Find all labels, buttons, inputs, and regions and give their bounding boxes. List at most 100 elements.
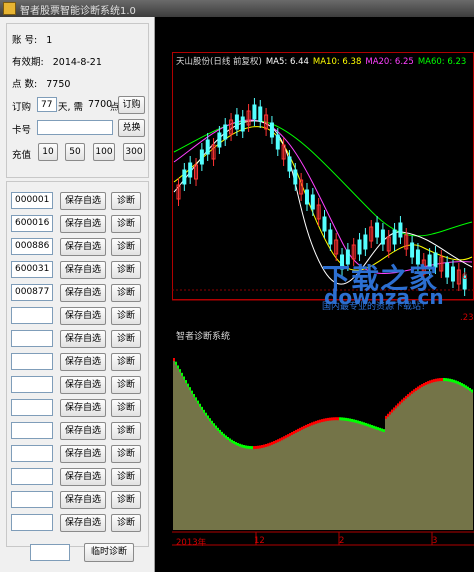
indicator-bar-cap [345, 417, 347, 421]
stock-code-input[interactable] [11, 445, 53, 462]
diagnose-button[interactable]: 诊断 [111, 422, 141, 440]
stock-code-input[interactable]: 600016 [11, 215, 53, 232]
save-watchlist-button[interactable]: 保存自选 [60, 422, 106, 440]
candle-down-body [234, 114, 239, 130]
candle-down-body [205, 139, 210, 155]
redeem-button[interactable]: 兑换 [118, 119, 145, 137]
indicator-bar-cap [305, 424, 307, 428]
indicator-bar-cap [201, 406, 203, 410]
x-label-3: 3 [432, 536, 438, 546]
save-watchlist-button[interactable]: 保存自选 [60, 376, 106, 394]
save-watchlist-button[interactable]: 保存自选 [60, 284, 106, 302]
save-watchlist-button[interactable]: 保存自选 [60, 330, 106, 348]
candle-down-body [240, 116, 245, 132]
diagnose-button[interactable]: 诊断 [111, 261, 141, 279]
stock-code-input[interactable] [11, 491, 53, 508]
account-row: 账 号: 1 [12, 32, 52, 46]
candle-down-body [287, 156, 292, 172]
save-watchlist-button[interactable]: 保存自选 [60, 261, 106, 279]
indicator-bar-cap [395, 405, 397, 409]
order-cost: 7700 [88, 99, 113, 110]
stock-code-input[interactable] [11, 468, 53, 485]
indicator-bar-cap [333, 417, 335, 421]
ma60-label: MA60: 6.23 [417, 57, 467, 67]
x-label-2: 2 [339, 536, 345, 546]
stock-code-input[interactable] [11, 353, 53, 370]
candle-down-body [363, 234, 368, 250]
x-label-12: 12 [254, 536, 265, 546]
stock-code-input[interactable] [11, 422, 53, 439]
indicator-bar-cap [251, 446, 253, 450]
diagnose-button[interactable]: 诊断 [111, 238, 141, 256]
indicator-bar-cap [193, 393, 195, 397]
stock-code-input[interactable] [11, 307, 53, 324]
indicator-bar-cap [245, 445, 247, 449]
diagnose-button[interactable]: 诊断 [111, 353, 141, 371]
recharge-50-button[interactable]: 50 [65, 143, 85, 161]
indicator-bar-cap [467, 386, 469, 390]
diagnose-button[interactable]: 诊断 [111, 307, 141, 325]
stock-code-input[interactable]: 000886 [11, 238, 53, 255]
recharge-100-button[interactable]: 100 [93, 143, 115, 161]
card-number-input[interactable] [37, 120, 113, 135]
indicator-bar-cap [207, 415, 209, 419]
stock-code-input[interactable]: 000877 [11, 284, 53, 301]
diagnose-button[interactable]: 诊断 [111, 215, 141, 233]
chart-area[interactable] [172, 52, 474, 572]
indicator-bar-cap [231, 439, 233, 443]
stock-code-input[interactable] [11, 330, 53, 347]
indicator-bar-cap [455, 380, 457, 384]
diagnose-button[interactable]: 诊断 [111, 284, 141, 302]
diagnose-button[interactable]: 诊断 [111, 514, 141, 532]
save-watchlist-button[interactable]: 保存自选 [60, 514, 106, 532]
save-watchlist-button[interactable]: 保存自选 [60, 399, 106, 417]
indicator-bar-cap [185, 380, 187, 384]
recharge-300-button[interactable]: 300 [123, 143, 145, 161]
indicator-bar-cap [329, 417, 331, 421]
diagnose-button[interactable]: 诊断 [111, 192, 141, 210]
recharge-10-button[interactable]: 10 [38, 143, 58, 161]
stock-code-input[interactable]: 600031 [11, 261, 53, 278]
stock-code-input[interactable] [11, 399, 53, 416]
indicator-bar-cap [469, 387, 471, 391]
diagnose-button[interactable]: 诊断 [111, 376, 141, 394]
diagnose-button[interactable]: 诊断 [111, 399, 141, 417]
save-watchlist-button[interactable]: 保存自选 [60, 307, 106, 325]
indicator-bar-cap [365, 422, 367, 426]
save-watchlist-button[interactable]: 保存自选 [60, 215, 106, 233]
save-watchlist-button[interactable]: 保存自选 [60, 353, 106, 371]
indicator-bar-cap [389, 411, 391, 415]
indicator-bar-cap [249, 445, 251, 449]
save-watchlist-button[interactable]: 保存自选 [60, 468, 106, 486]
temp-stock-input[interactable] [30, 544, 70, 561]
order-days-input[interactable]: 77 [37, 97, 57, 112]
diagnose-button[interactable]: 诊断 [111, 491, 141, 509]
indicator-bar-cap [299, 427, 301, 431]
stock-code-input[interactable] [11, 514, 53, 531]
points-row: 点 数: 7750 [12, 76, 70, 90]
indicator-bar-cap [425, 381, 427, 385]
stock-code-input[interactable] [11, 376, 53, 393]
indicator-bar-cap [259, 445, 261, 449]
save-watchlist-button[interactable]: 保存自选 [60, 192, 106, 210]
temp-diagnose-button[interactable]: 临时诊断 [84, 543, 134, 562]
candle-down-body [392, 229, 397, 245]
diagnose-button[interactable]: 诊断 [111, 468, 141, 486]
order-button[interactable]: 订购 [118, 96, 145, 114]
candle-down-body [252, 104, 257, 120]
indicator-bar-cap [295, 429, 297, 433]
stock-code-input[interactable]: 000001 [11, 192, 53, 209]
diagnose-button[interactable]: 诊断 [111, 445, 141, 463]
indicator-bar-cap [379, 427, 381, 431]
indicator-bar-cap [377, 427, 379, 431]
kline-chart[interactable] [172, 52, 474, 572]
indicator-bar-cap [337, 417, 339, 421]
indicator-bar-cap [441, 378, 443, 382]
indicator-bar-cap [255, 445, 257, 449]
indicator-bar-cap [265, 443, 267, 447]
stock-slots-box: 000001 保存自选 诊断 600016 保存自选 诊断 000886 保存自选 诊断 6000… [6, 181, 149, 547]
save-watchlist-button[interactable]: 保存自选 [60, 445, 106, 463]
save-watchlist-button[interactable]: 保存自选 [60, 238, 106, 256]
diagnose-button[interactable]: 诊断 [111, 330, 141, 348]
save-watchlist-button[interactable]: 保存自选 [60, 491, 106, 509]
